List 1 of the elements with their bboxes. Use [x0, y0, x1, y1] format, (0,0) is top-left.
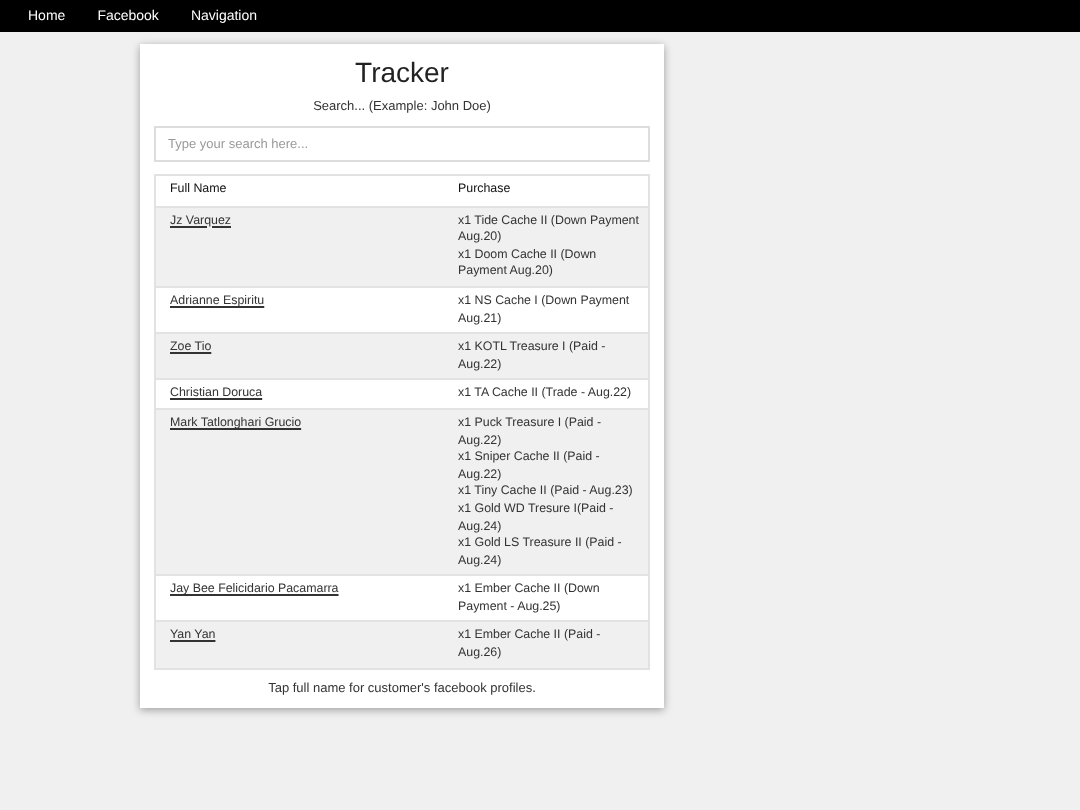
- page-title: Tracker: [353, 56, 451, 88]
